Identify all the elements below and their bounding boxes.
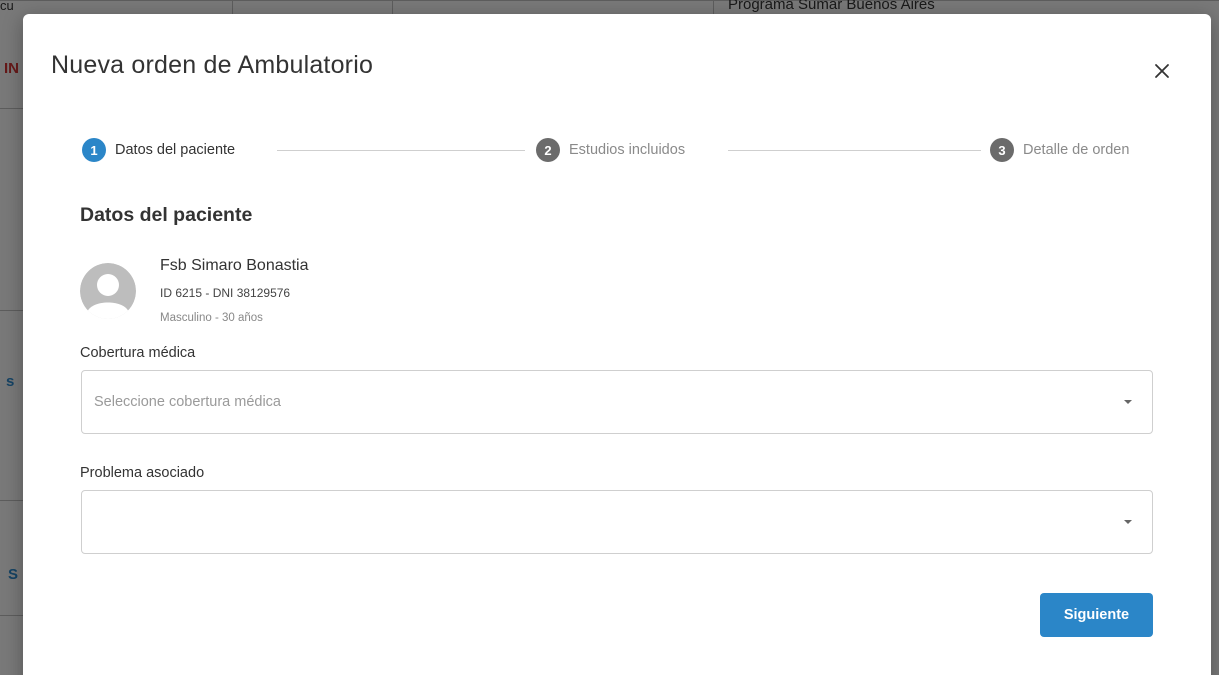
close-button[interactable] [1149, 58, 1175, 84]
step-number-badge: 3 [990, 138, 1014, 162]
step-number-badge: 1 [82, 138, 106, 162]
problem-select[interactable] [81, 490, 1153, 554]
step-patient-data[interactable]: 1 Datos del paciente [82, 138, 235, 162]
modal-title: Nueva orden de Ambulatorio [51, 51, 374, 79]
patient-id: ID 6215 - DNI 38129576 [160, 286, 291, 300]
coverage-placeholder: Seleccione cobertura médica [94, 394, 281, 410]
next-button[interactable]: Siguiente [1040, 593, 1153, 637]
coverage-select[interactable]: Seleccione cobertura médica [81, 370, 1153, 434]
step-label: Estudios incluidos [569, 142, 686, 158]
patient-sex-age: Masculino - 30 años [160, 312, 263, 324]
step-label: Datos del paciente [115, 142, 236, 158]
close-icon [1155, 64, 1169, 78]
step-included-studies[interactable]: 2 Estudios incluidos [536, 138, 685, 162]
problem-label: Problema asociado [80, 465, 205, 481]
step-connector [728, 150, 981, 151]
step-connector [277, 150, 525, 151]
user-avatar-icon [80, 263, 136, 319]
order-stepper: 1 Datos del paciente 2 Estudios incluido… [82, 138, 1154, 162]
coverage-label: Cobertura médica [80, 345, 196, 361]
caret-down-icon [1124, 520, 1132, 524]
step-label: Detalle de orden [1023, 142, 1130, 158]
step-order-detail[interactable]: 3 Detalle de orden [990, 138, 1129, 162]
patient-name: Fsb Simaro Bonastia [160, 257, 309, 274]
new-order-modal: Nueva orden de Ambulatorio 1 Datos del p… [23, 14, 1211, 675]
caret-down-icon [1124, 400, 1132, 404]
section-title: Datos del paciente [80, 204, 253, 226]
step-number-badge: 2 [536, 138, 560, 162]
